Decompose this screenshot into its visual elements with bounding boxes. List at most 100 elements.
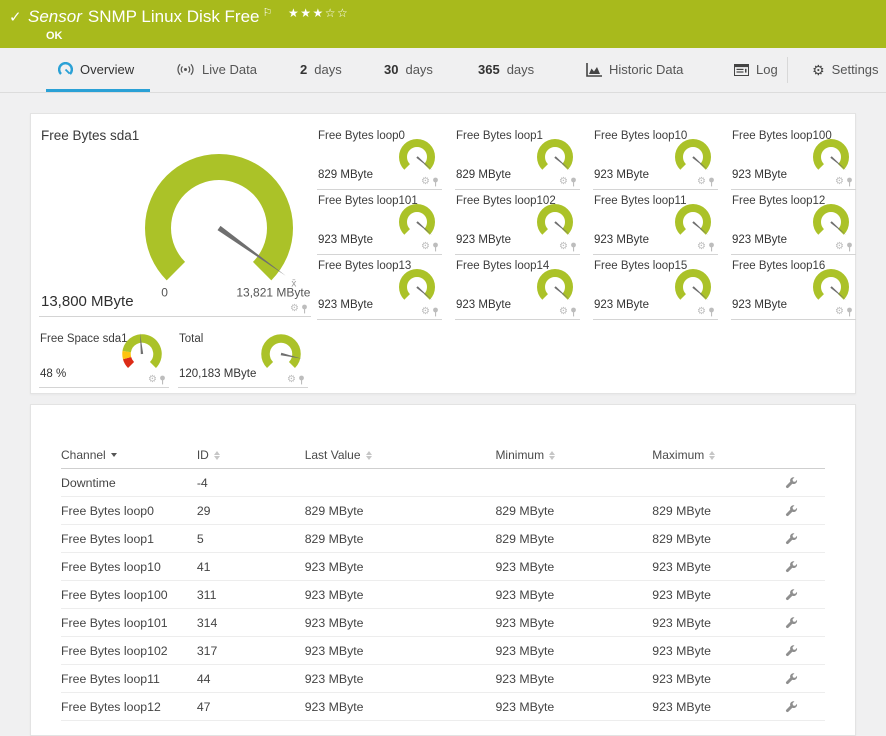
sort-icon[interactable] bbox=[214, 451, 220, 460]
gear-icon[interactable]: ⚙ bbox=[287, 375, 296, 385]
pin-icon[interactable] bbox=[846, 242, 853, 252]
cell-last-value: 923 MByte bbox=[305, 560, 496, 574]
cell-id: 5 bbox=[197, 532, 305, 546]
gear-icon[interactable]: ⚙ bbox=[148, 375, 157, 385]
cell-channel: Free Bytes loop0 bbox=[61, 504, 197, 518]
channel-settings-icon[interactable] bbox=[785, 504, 798, 517]
cell-id: 314 bbox=[197, 616, 305, 630]
gear-icon[interactable]: ⚙ bbox=[835, 177, 844, 187]
gauge-value: 923 MByte bbox=[732, 169, 787, 181]
sort-icon[interactable] bbox=[366, 451, 372, 460]
gauges-panel: Free Bytes sda1 013,821 MBytex̄ 13,800 M… bbox=[30, 113, 856, 394]
gauge-title: Free Bytes sda1 bbox=[41, 128, 139, 143]
channel-settings-icon[interactable] bbox=[785, 700, 798, 713]
gear-icon[interactable]: ⚙ bbox=[559, 177, 568, 187]
sort-icon[interactable] bbox=[549, 451, 555, 460]
cell-maximum: 829 MByte bbox=[652, 504, 785, 518]
pin-icon[interactable] bbox=[432, 177, 439, 187]
channel-settings-icon[interactable] bbox=[785, 476, 798, 489]
cell-id: 41 bbox=[197, 560, 305, 574]
gauge-cell: Free Space sda148 %⚙ bbox=[39, 329, 169, 388]
pin-icon[interactable] bbox=[432, 307, 439, 317]
cell-channel: Free Bytes loop102 bbox=[61, 644, 197, 658]
gear-icon[interactable]: ⚙ bbox=[697, 307, 706, 317]
column-header-maximum[interactable]: Maximum bbox=[652, 448, 785, 462]
gear-icon[interactable]: ⚙ bbox=[835, 242, 844, 252]
channel-settings-icon[interactable] bbox=[785, 532, 798, 545]
area-chart-icon bbox=[586, 63, 602, 77]
gauge-value: 923 MByte bbox=[456, 299, 511, 311]
channel-settings-icon[interactable] bbox=[785, 644, 798, 657]
column-header-channel[interactable]: Channel bbox=[61, 448, 197, 462]
pin-icon[interactable] bbox=[708, 307, 715, 317]
gear-icon[interactable]: ⚙ bbox=[697, 242, 706, 252]
gauge-cell-actions: ⚙ bbox=[559, 307, 577, 317]
tab-365-days[interactable]: 365 days bbox=[478, 48, 534, 91]
tab-overview[interactable]: Overview bbox=[58, 48, 134, 91]
gear-icon[interactable]: ⚙ bbox=[835, 307, 844, 317]
gauge-cell-actions: ⚙ bbox=[148, 375, 166, 385]
table-row: Free Bytes loop15829 MByte829 MByte829 M… bbox=[61, 525, 825, 553]
priority-stars[interactable]: ★★★☆☆ bbox=[288, 6, 349, 20]
tab-settings[interactable]: ⚙ Settings bbox=[812, 48, 879, 91]
object-kind-label: Sensor bbox=[28, 7, 82, 26]
primary-gauge: 013,821 MBytex̄ bbox=[134, 148, 304, 308]
channel-settings-icon[interactable] bbox=[785, 616, 798, 629]
cell-last-value: 923 MByte bbox=[305, 616, 496, 630]
pin-icon[interactable] bbox=[570, 242, 577, 252]
gauge-title: Total bbox=[179, 333, 203, 345]
channel-gauge bbox=[394, 136, 440, 178]
cell-last-value: 923 MByte bbox=[305, 588, 496, 602]
pin-icon[interactable] bbox=[846, 177, 853, 187]
pin-icon[interactable] bbox=[570, 307, 577, 317]
channel-settings-icon[interactable] bbox=[785, 560, 798, 573]
gauge bbox=[808, 266, 854, 308]
pin-icon[interactable] bbox=[708, 177, 715, 187]
gauge-value: 120,183 MByte bbox=[179, 368, 256, 380]
sort-icon[interactable] bbox=[709, 451, 715, 460]
flag-icon[interactable]: ⚐ bbox=[263, 7, 273, 19]
tab-historic-data[interactable]: Historic Data bbox=[586, 48, 683, 91]
channel-settings-icon[interactable] bbox=[785, 588, 798, 601]
gauge-value: 923 MByte bbox=[318, 234, 373, 246]
pin-icon[interactable] bbox=[432, 242, 439, 252]
tab-label: days bbox=[507, 62, 534, 77]
tab-log[interactable]: Log bbox=[734, 48, 778, 91]
gear-icon[interactable]: ⚙ bbox=[559, 307, 568, 317]
gauge-cell-actions: ⚙ bbox=[697, 242, 715, 252]
pin-icon[interactable] bbox=[301, 304, 308, 314]
pin-icon[interactable] bbox=[159, 375, 166, 385]
tab-live-data[interactable]: Live Data bbox=[176, 48, 257, 91]
pin-icon[interactable] bbox=[708, 242, 715, 252]
gauge-cell-actions: ⚙ bbox=[421, 177, 439, 187]
primary-gauge-cell: Free Bytes sda1 013,821 MBytex̄ 13,800 M… bbox=[39, 126, 311, 317]
gear-icon[interactable]: ⚙ bbox=[421, 307, 430, 317]
gear-icon[interactable]: ⚙ bbox=[290, 304, 299, 314]
gauge bbox=[670, 266, 716, 308]
gear-icon[interactable]: ⚙ bbox=[697, 177, 706, 187]
gauge-value: 923 MByte bbox=[318, 299, 373, 311]
cell-id: 311 bbox=[197, 588, 305, 602]
status-ok-check-icon: ✓ bbox=[9, 8, 22, 26]
gauge-title: Free Bytes loop1 bbox=[456, 130, 543, 142]
pin-icon[interactable] bbox=[846, 307, 853, 317]
gear-icon[interactable]: ⚙ bbox=[559, 242, 568, 252]
gauge-title: Free Bytes loop0 bbox=[318, 130, 405, 142]
pin-icon[interactable] bbox=[298, 375, 305, 385]
tab-label: days bbox=[314, 62, 341, 77]
gear-icon[interactable]: ⚙ bbox=[421, 177, 430, 187]
tab-2-days[interactable]: 2 days bbox=[300, 48, 342, 91]
channel-settings-icon[interactable] bbox=[785, 672, 798, 685]
column-header-last-value[interactable]: Last Value bbox=[305, 448, 496, 462]
gear-icon[interactable]: ⚙ bbox=[421, 242, 430, 252]
sensor-status-header: ✓ SensorSNMP Linux Disk Free⚐ ★★★☆☆ OK bbox=[0, 0, 886, 48]
tab-30-days[interactable]: 30 days bbox=[384, 48, 433, 91]
column-header-minimum[interactable]: Minimum bbox=[495, 448, 652, 462]
gauge-value: 923 MByte bbox=[732, 234, 787, 246]
gauge bbox=[808, 136, 854, 178]
pin-icon[interactable] bbox=[570, 177, 577, 187]
sort-desc-icon[interactable] bbox=[111, 453, 117, 457]
channel-gauge bbox=[670, 266, 716, 308]
column-header-id[interactable]: ID bbox=[197, 448, 305, 462]
table-row: Free Bytes loop1247923 MByte923 MByte923… bbox=[61, 693, 825, 721]
